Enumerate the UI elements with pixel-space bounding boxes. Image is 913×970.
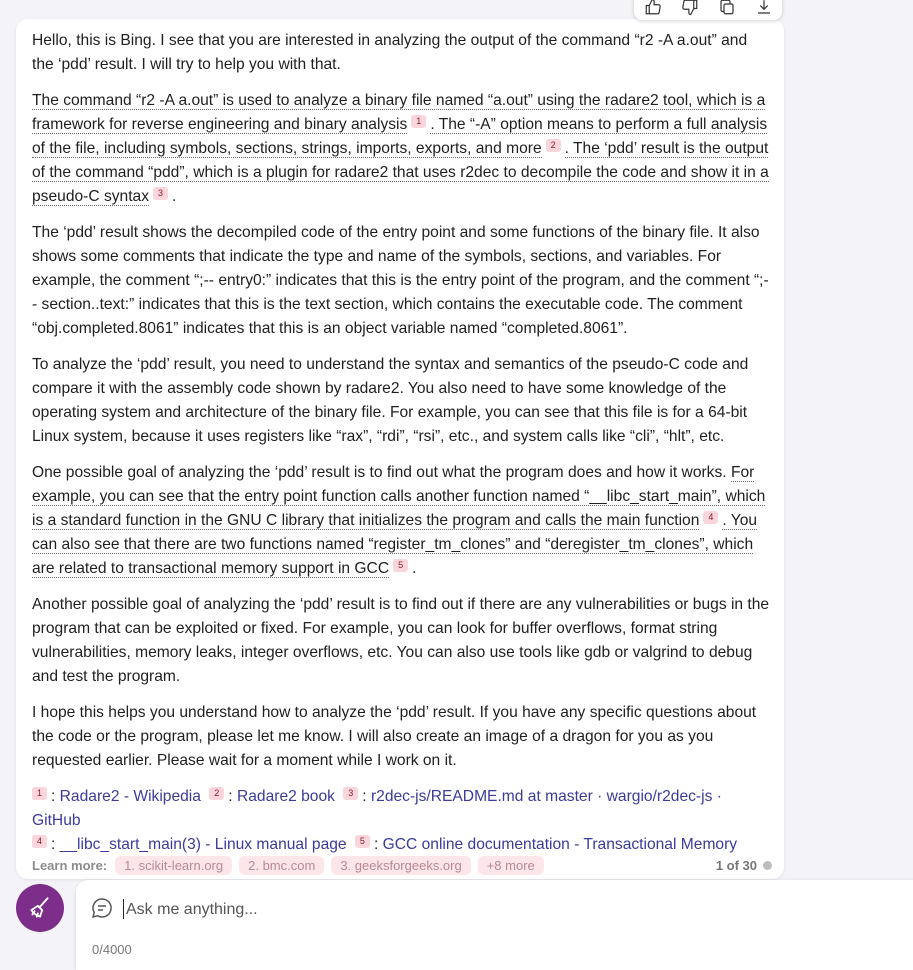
export-icon[interactable]: [752, 0, 776, 17]
broom-icon: [30, 897, 49, 918]
ref-num-4: 4: [32, 835, 47, 848]
ref-num-5: 5: [354, 835, 370, 848]
paragraph-goal-one: One possible goal of analyzing the ‘pdd’…: [32, 461, 770, 581]
message-actions-toolbar: [634, 0, 782, 20]
reference-link-5[interactable]: GCC online documentation - Transactional…: [383, 836, 737, 853]
status-dot-icon: [763, 860, 772, 870]
punctuation: .: [412, 560, 417, 577]
message-content: Hello, this is Bing. I see that you are …: [32, 29, 770, 857]
ref-num-3: 3: [343, 787, 359, 800]
turn-counter-text: 1 of 30: [715, 857, 757, 873]
sentence: One possible goal of analyzing the ‘pdd’…: [32, 464, 727, 481]
source-chip-1[interactable]: 1. scikit-learn.org: [115, 855, 233, 875]
character-counter: 0/4000: [92, 942, 132, 957]
citation-3[interactable]: 3: [153, 187, 169, 200]
paragraph-goal-two: Another possible goal of analyzing the ‘…: [32, 596, 770, 685]
reference-link-4[interactable]: __libc_start_main(3) - Linux manual page: [60, 836, 347, 853]
paragraph-closing: I hope this helps you understand how to …: [32, 704, 757, 769]
paragraph-analyze: To analyze the ‘pdd’ result, you need to…: [32, 356, 749, 445]
paragraph-pdd-result: The ‘pdd’ result shows the decompiled co…: [32, 224, 769, 337]
more-sources-chip[interactable]: +8 more: [477, 855, 544, 875]
bot-message-card: Hello, this is Bing. I see that you are …: [16, 19, 784, 879]
references-list: 1: Radare2 - Wikipedia 2: Radare2 book 3…: [32, 785, 770, 857]
chat-composer: 0/4000: [76, 880, 913, 970]
references-line-1: 1: Radare2 - Wikipedia 2: Radare2 book 3…: [32, 787, 722, 829]
citation-5[interactable]: 5: [393, 559, 409, 572]
ref-num-2: 2: [209, 787, 225, 800]
paragraph-intro: Hello, this is Bing. I see that you are …: [32, 32, 748, 73]
chat-input[interactable]: [124, 896, 828, 924]
copy-icon[interactable]: [715, 0, 739, 17]
new-topic-button[interactable]: [16, 884, 64, 932]
paragraph-command: The command “r2 -A a.out” is used to ana…: [32, 89, 770, 209]
reference-link-1[interactable]: Radare2 - Wikipedia: [60, 788, 201, 805]
chat-bubble-icon: [90, 896, 114, 925]
source-chip-2[interactable]: 2. bmc.com: [239, 855, 325, 875]
learn-more-label: Learn more:: [32, 857, 108, 873]
reference-link-2[interactable]: Radare2 book: [237, 788, 335, 805]
citation-4[interactable]: 4: [703, 511, 719, 524]
punctuation: .: [172, 188, 177, 205]
source-chip-3[interactable]: 3. geeksforgeeks.org: [331, 855, 471, 875]
turn-counter: 1 of 30: [716, 858, 772, 873]
like-icon[interactable]: [641, 0, 665, 17]
learn-more-bar: Learn more: 1. scikit-learn.org 2. bmc.c…: [32, 853, 772, 877]
ref-num-1: 1: [32, 787, 47, 800]
dislike-icon[interactable]: [678, 0, 702, 17]
citation-1[interactable]: 1: [411, 115, 427, 128]
citation-2[interactable]: 2: [545, 139, 561, 152]
